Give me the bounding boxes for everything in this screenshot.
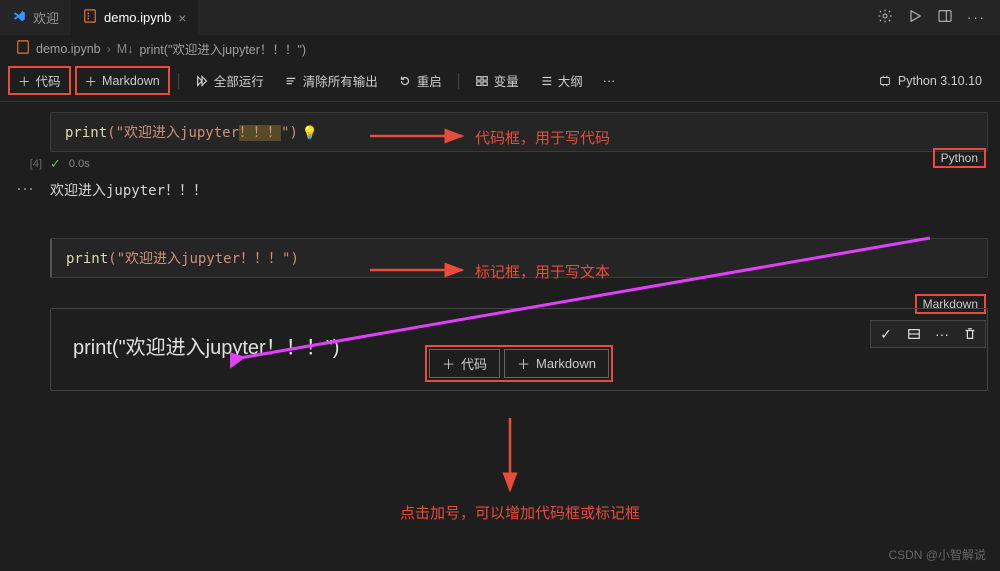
notebook-icon: [16, 40, 30, 57]
kernel-label: Python 3.10.10: [898, 74, 982, 88]
tab-label: demo.ipynb: [104, 10, 171, 25]
variables-button[interactable]: 变量: [467, 68, 527, 93]
execution-count: [8, 112, 50, 138]
breadcrumb[interactable]: demo.ipynb › M↓ print("欢迎进入jupyter！！！"): [0, 35, 1000, 62]
close-icon[interactable]: ×: [178, 10, 186, 26]
execution-status: ✓ 0.0s: [50, 152, 988, 174]
toolbar-more-button[interactable]: ···: [595, 71, 624, 91]
cell-language-label[interactable]: Python: [933, 148, 986, 168]
plus-icon: ＋: [442, 354, 455, 373]
divider: [458, 73, 459, 89]
tab-label: 欢迎: [33, 8, 59, 27]
outline-button[interactable]: 大纲: [531, 68, 591, 93]
markdown-cell-rendered[interactable]: print("欢迎进入jupyter！！！") ＋ 代码 ＋ Markdown: [50, 308, 988, 391]
run-all-button[interactable]: 全部运行: [187, 68, 272, 93]
panel-icon[interactable]: [937, 8, 953, 27]
markdown-cell-editor[interactable]: print("欢迎进入jupyter！！！"): [50, 238, 988, 278]
vscode-icon: [12, 9, 26, 26]
cell-more-button[interactable]: ···: [8, 176, 50, 199]
kernel-selector[interactable]: Python 3.10.10: [878, 74, 992, 88]
check-icon: ✓: [50, 156, 61, 172]
markdown-icon: M↓: [117, 42, 134, 56]
divider: [178, 73, 179, 89]
notebook-toolbar: ＋ 代码 ＋ Markdown 全部运行 清除所有输出 重启 变量 大纲 ···…: [0, 62, 1000, 102]
lightbulb-icon[interactable]: 💡: [302, 126, 318, 141]
add-markdown-button[interactable]: ＋ Markdown: [75, 66, 170, 95]
plus-icon: ＋: [85, 71, 98, 90]
chevron-right-icon: ›: [107, 42, 111, 56]
tab-demo-ipynb[interactable]: demo.ipynb ×: [71, 0, 198, 35]
restart-button[interactable]: 重启: [390, 68, 450, 93]
plus-icon: ＋: [517, 354, 530, 373]
settings-icon[interactable]: [877, 8, 893, 27]
insert-markdown-button[interactable]: ＋ Markdown: [504, 349, 609, 378]
more-icon[interactable]: ···: [967, 10, 986, 25]
cell-output: 欢迎进入jupyter！！！: [50, 176, 988, 212]
annotation: 点击加号，可以增加代码框或标记框: [400, 502, 640, 523]
clear-output-button[interactable]: 清除所有输出: [276, 68, 386, 93]
notebook-icon: [83, 9, 97, 26]
tab-welcome[interactable]: 欢迎: [0, 0, 71, 35]
watermark: CSDN @小智解说: [888, 546, 986, 563]
breadcrumb-symbol: print("欢迎进入jupyter！！！"): [139, 39, 306, 58]
insert-code-button[interactable]: ＋ 代码: [429, 349, 500, 378]
plus-icon: ＋: [18, 71, 31, 90]
breadcrumb-file: demo.ipynb: [36, 42, 101, 56]
code-cell[interactable]: print("欢迎进入jupyter！！！")💡: [50, 112, 988, 152]
run-icon[interactable]: [907, 8, 923, 27]
execution-count: [4]: [8, 152, 50, 170]
add-code-button[interactable]: ＋ 代码: [8, 66, 71, 95]
